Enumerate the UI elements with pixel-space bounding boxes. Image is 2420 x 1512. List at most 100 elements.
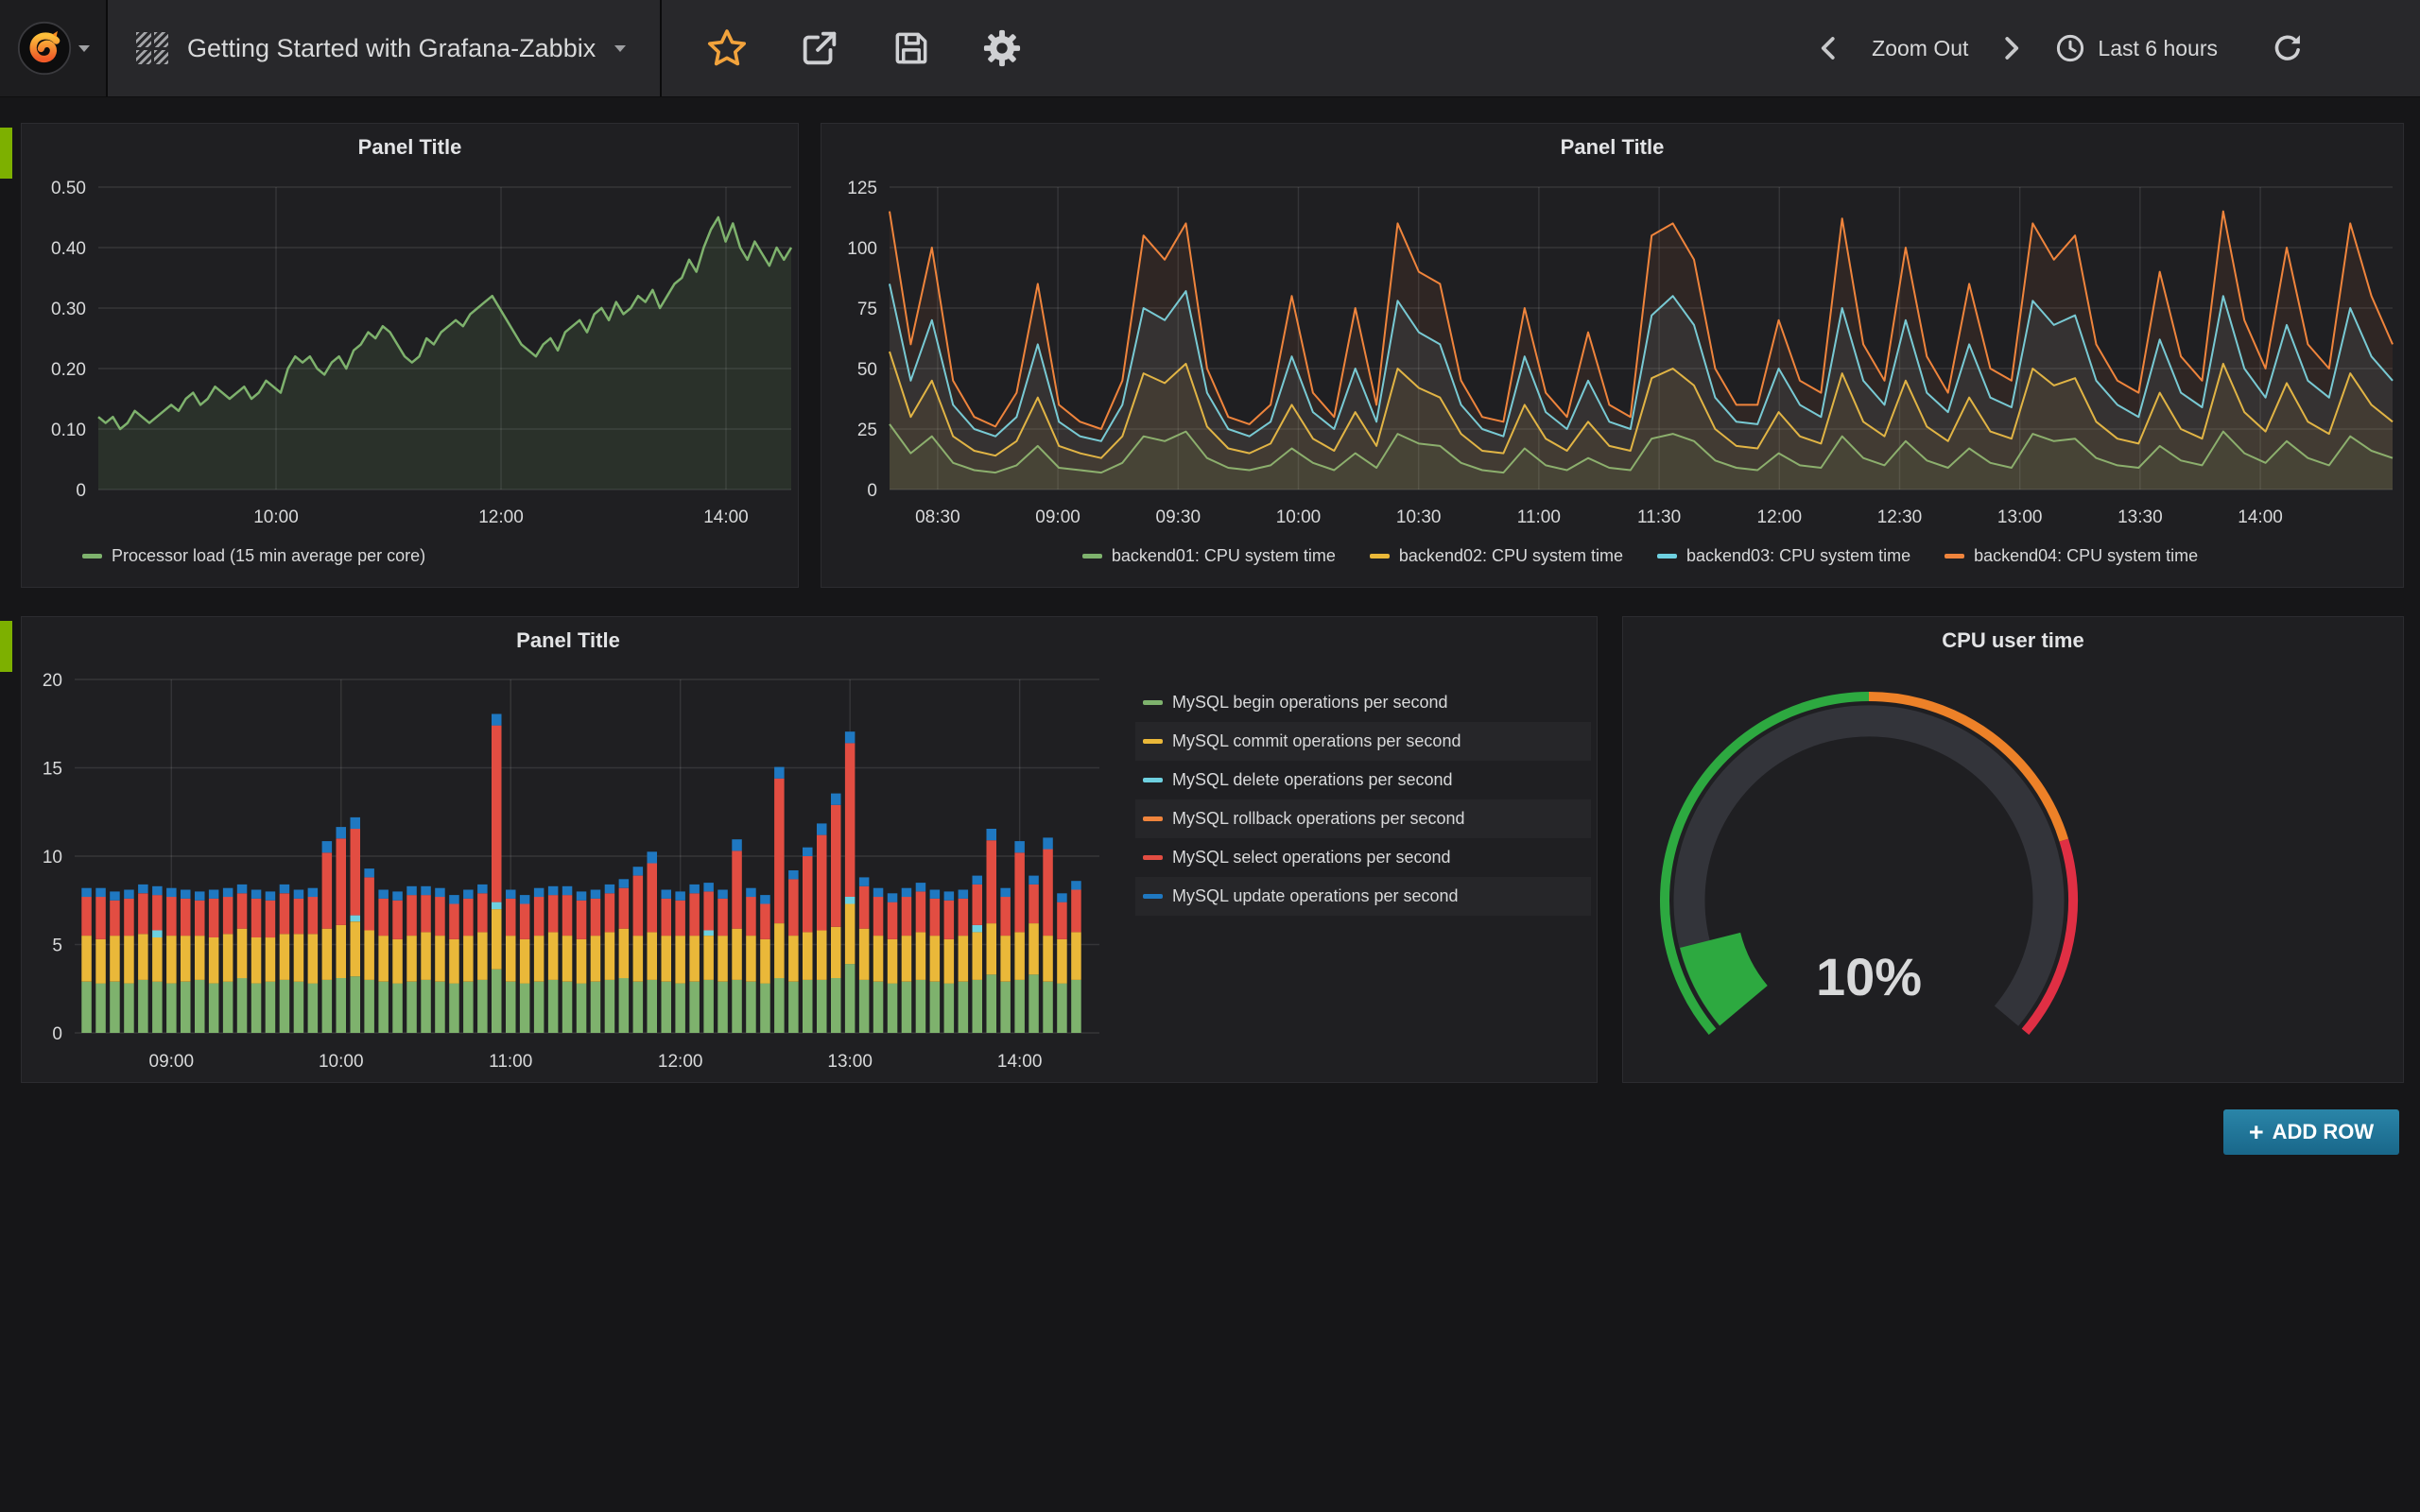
chevron-down-icon (614, 45, 626, 52)
add-row-button[interactable]: + ADD ROW (2223, 1109, 2399, 1155)
time-range-label: Last 6 hours (2098, 36, 2218, 61)
panel-cpu-system-time: 08:3009:0009:3010:0010:3011:0011:3012:00… (821, 123, 2404, 588)
legend-swatch (1143, 700, 1163, 705)
svg-text:08:30: 08:30 (915, 507, 960, 527)
legend-label: MySQL commit operations per second (1172, 731, 1461, 751)
svg-text:0.20: 0.20 (51, 360, 86, 380)
add-row-label: ADD ROW (2273, 1120, 2375, 1144)
svg-text:11:30: 11:30 (1637, 507, 1681, 527)
legend-label: backend04: CPU system time (1974, 546, 2198, 566)
svg-text:0.40: 0.40 (51, 239, 86, 259)
svg-text:11:00: 11:00 (489, 1052, 532, 1072)
row-handle[interactable] (0, 621, 12, 672)
panel-mysql-operations: 09:0010:0011:0012:0013:0014:0005101520 P… (21, 616, 1598, 1083)
legend: MySQL begin operations per second MySQL c… (1135, 683, 1591, 916)
svg-text:10:30: 10:30 (1396, 507, 1442, 527)
grafana-logo-icon (17, 21, 72, 76)
legend-item[interactable]: Processor load (15 min average per core) (82, 546, 425, 566)
legend-label: backend03: CPU system time (1686, 546, 1910, 566)
gear-icon[interactable] (981, 27, 1023, 69)
legend-swatch (1945, 554, 1964, 558)
panel-title[interactable]: Panel Title (821, 135, 2403, 160)
gauge-cpu-user-time[interactable]: 10% (1623, 617, 2405, 1084)
legend-swatch (1143, 778, 1163, 782)
legend-swatch (1143, 855, 1163, 860)
svg-text:0.10: 0.10 (51, 421, 86, 440)
svg-text:0: 0 (867, 481, 877, 501)
legend-item[interactable]: backend01: CPU system time (1082, 546, 1336, 566)
clock-icon (2053, 31, 2087, 65)
svg-text:10:00: 10:00 (253, 507, 299, 527)
svg-text:10:00: 10:00 (1276, 507, 1322, 527)
panel-cpu-user-time: 10% CPU user time (1622, 616, 2404, 1083)
refresh-icon[interactable] (2271, 31, 2305, 65)
navbar-actions (662, 26, 1023, 70)
svg-text:13:00: 13:00 (1997, 507, 2043, 527)
dashboard-title: Getting Started with Grafana-Zabbix (187, 34, 596, 63)
plus-icon: + (2249, 1120, 2264, 1145)
chevron-right-icon[interactable] (1996, 34, 2025, 62)
dashboard-title-picker[interactable]: Getting Started with Grafana-Zabbix (108, 0, 662, 96)
svg-text:12:00: 12:00 (1757, 507, 1803, 527)
panel-title[interactable]: Panel Title (22, 628, 1115, 653)
legend-item[interactable]: MySQL update operations per second (1135, 877, 1591, 916)
share-icon[interactable] (798, 26, 841, 70)
navbar: Getting Started with Grafana-Zabbix (0, 0, 2420, 97)
legend-label: MySQL delete operations per second (1172, 770, 1453, 790)
svg-text:75: 75 (857, 300, 877, 319)
svg-text:125: 125 (847, 179, 877, 198)
svg-text:0: 0 (76, 481, 86, 501)
legend-item[interactable]: MySQL begin operations per second (1135, 683, 1591, 722)
legend-label: backend01: CPU system time (1112, 546, 1336, 566)
row-handle[interactable] (0, 128, 12, 179)
svg-text:5: 5 (52, 936, 62, 956)
svg-text:11:00: 11:00 (1517, 507, 1561, 527)
legend-item[interactable]: backend02: CPU system time (1370, 546, 1623, 566)
grafana-main-menu[interactable] (0, 0, 108, 96)
save-icon[interactable] (890, 27, 932, 69)
svg-text:100: 100 (847, 239, 877, 259)
legend: backend01: CPU system time backend02: CPU… (890, 546, 2391, 566)
svg-text:13:30: 13:30 (2118, 507, 2163, 527)
svg-text:14:00: 14:00 (2238, 507, 2283, 527)
legend-swatch (82, 554, 102, 558)
legend-swatch (1657, 554, 1677, 558)
legend-item[interactable]: MySQL delete operations per second (1135, 761, 1591, 799)
graph-cpu-load[interactable]: 10:0012:0014:0000.100.200.300.400.50 (22, 124, 800, 589)
legend-label: backend02: CPU system time (1399, 546, 1623, 566)
svg-text:14:00: 14:00 (703, 507, 749, 527)
legend-label: MySQL select operations per second (1172, 848, 1451, 868)
svg-text:12:00: 12:00 (478, 507, 524, 527)
legend-swatch (1143, 739, 1163, 744)
legend-item[interactable]: backend03: CPU system time (1657, 546, 1910, 566)
svg-text:13:00: 13:00 (827, 1052, 873, 1072)
zoom-out-button[interactable]: Zoom Out (1872, 36, 1968, 61)
legend-swatch (1370, 554, 1390, 558)
time-range-picker[interactable]: Last 6 hours (2053, 31, 2218, 65)
gauge-value: 10% (1816, 947, 1922, 1006)
panel-title[interactable]: Panel Title (22, 135, 798, 160)
star-icon[interactable] (705, 26, 749, 70)
legend-label: MySQL begin operations per second (1172, 693, 1448, 713)
svg-text:20: 20 (43, 671, 62, 691)
legend-item[interactable]: MySQL rollback operations per second (1135, 799, 1591, 838)
legend-swatch (1143, 894, 1163, 899)
svg-text:10:00: 10:00 (319, 1052, 364, 1072)
grafana-dashboard: Getting Started with Grafana-Zabbix (0, 0, 2420, 1512)
legend-swatch (1143, 816, 1163, 821)
legend-label: MySQL rollback operations per second (1172, 809, 1465, 829)
panel-title[interactable]: CPU user time (1623, 628, 2403, 653)
svg-text:12:00: 12:00 (658, 1052, 703, 1072)
legend-item[interactable]: backend04: CPU system time (1945, 546, 2198, 566)
graph-cpu-system[interactable]: 08:3009:0009:3010:0010:3011:0011:3012:00… (821, 124, 2405, 589)
svg-text:50: 50 (857, 360, 877, 380)
svg-text:25: 25 (857, 421, 877, 440)
chevron-left-icon[interactable] (1815, 34, 1843, 62)
svg-text:12:30: 12:30 (1877, 507, 1923, 527)
legend-item[interactable]: MySQL commit operations per second (1135, 722, 1591, 761)
legend: Processor load (15 min average per core) (82, 546, 425, 566)
legend-item[interactable]: MySQL select operations per second (1135, 838, 1591, 877)
legend-swatch (1082, 554, 1102, 558)
svg-text:09:30: 09:30 (1156, 507, 1201, 527)
legend-label: MySQL update operations per second (1172, 886, 1459, 906)
